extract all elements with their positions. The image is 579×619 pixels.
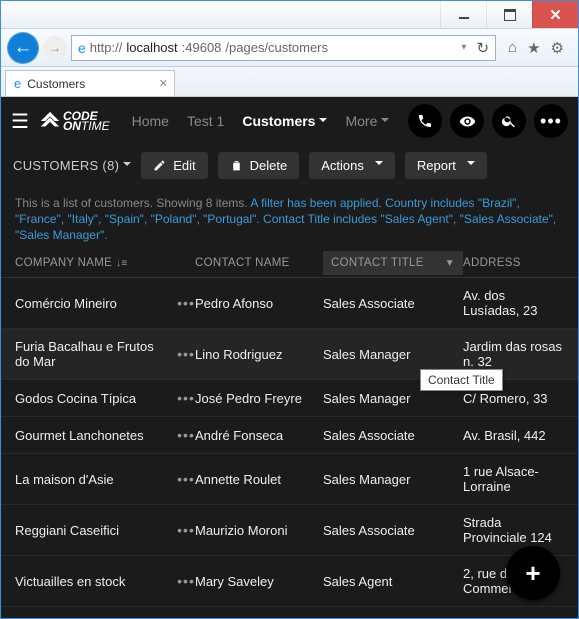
cell-address: 1 rue Alsace-Lorraine bbox=[463, 464, 564, 494]
cell-title: Sales Manager bbox=[323, 391, 463, 406]
tab-close-icon[interactable]: ✕ bbox=[159, 77, 168, 90]
cell-address: Rua do Mercado, 12 bbox=[463, 617, 564, 618]
settings-icon[interactable]: ⚙ bbox=[551, 39, 564, 57]
url-host: localhost bbox=[126, 40, 177, 55]
row-menu-icon[interactable]: ••• bbox=[177, 522, 195, 538]
delete-button[interactable]: Delete bbox=[218, 152, 300, 179]
browser-tabs: e Customers ✕ bbox=[1, 67, 578, 97]
cell-title: Sales Manager bbox=[323, 347, 463, 362]
cell-title: Sales Associate bbox=[323, 428, 463, 443]
logo-text: CODEONTIME bbox=[63, 111, 110, 131]
table-row[interactable]: Reggiani Caseifici •••Maurizio MoroniSale… bbox=[1, 505, 578, 556]
nav-more[interactable]: More bbox=[345, 113, 389, 129]
row-menu-icon[interactable]: ••• bbox=[177, 427, 195, 443]
filter-icon: ▼ bbox=[445, 258, 455, 269]
report-button[interactable]: Report bbox=[405, 152, 487, 179]
cell-company: Gourmet Lanchonetes bbox=[15, 428, 171, 443]
cell-company: Comércio Mineiro bbox=[15, 296, 171, 311]
cell-contact: André Fonseca bbox=[195, 428, 323, 443]
cell-address: Av. dos Lusíadas, 23 bbox=[463, 288, 564, 318]
cell-contact: Lino Rodriguez bbox=[195, 347, 323, 362]
cell-title: Sales Associate bbox=[323, 523, 463, 538]
table-row[interactable]: Comércio Mineiro •••Pedro AfonsoSales Ass… bbox=[1, 278, 578, 329]
sort-icon: ↓≡ bbox=[116, 258, 127, 269]
home-icon[interactable]: ⌂ bbox=[508, 39, 517, 56]
actions-button[interactable]: Actions bbox=[309, 152, 395, 179]
filter-info: This is a list of customers. Showing 8 i… bbox=[1, 185, 578, 249]
url-prefix: http:// bbox=[90, 40, 123, 55]
hamburger-icon[interactable]: ☰ bbox=[11, 109, 29, 134]
app-bar: ☰ CODEONTIME Home Test 1 Customers More … bbox=[1, 97, 578, 145]
cell-address: Jardim das rosas n. 32 bbox=[463, 339, 564, 369]
forward-button[interactable]: → bbox=[43, 36, 67, 60]
search-icon[interactable] bbox=[492, 104, 526, 138]
cell-address: Strada Provinciale 124 bbox=[463, 515, 564, 545]
cell-title: Sales Manager bbox=[323, 472, 463, 487]
header-contact-name[interactable]: CONTACT NAME bbox=[195, 257, 323, 269]
address-bar[interactable]: e http://localhost :49608/pages/customers… bbox=[71, 35, 496, 61]
toolbar: CUSTOMERS (8) Edit Delete Actions Report bbox=[1, 145, 578, 185]
window-minimize-button[interactable] bbox=[440, 1, 486, 28]
window-close-button[interactable]: ✕ bbox=[532, 1, 578, 28]
cell-title: Sales Associate bbox=[323, 296, 463, 311]
nav-test1[interactable]: Test 1 bbox=[187, 113, 224, 129]
row-menu-icon[interactable]: ••• bbox=[177, 346, 195, 362]
ie-favicon-icon: e bbox=[14, 76, 21, 91]
more-icon[interactable]: ••• bbox=[534, 104, 568, 138]
info-text: This is a list of customers. Showing 8 i… bbox=[15, 196, 250, 210]
table-row[interactable]: Wellington Importadora•••Paula ParenteSa… bbox=[1, 607, 578, 618]
header-address[interactable]: ADDRESS bbox=[463, 257, 564, 269]
logo: CODEONTIME bbox=[39, 110, 110, 132]
cell-contact: Mary Saveley bbox=[195, 574, 323, 589]
cell-company: Godos Cocina Típica bbox=[15, 391, 171, 406]
row-menu-icon[interactable]: ••• bbox=[177, 573, 195, 589]
cell-company: Victuailles en stock bbox=[15, 574, 171, 589]
nav-customers[interactable]: Customers bbox=[242, 113, 327, 129]
header-contact-title[interactable]: CONTACT TITLE▼ bbox=[323, 251, 463, 275]
dropdown-icon[interactable]: ▾ bbox=[461, 42, 466, 53]
edit-button[interactable]: Edit bbox=[141, 152, 207, 179]
cell-company: Furia Bacalhau e Frutos do Mar bbox=[15, 339, 171, 369]
cell-contact: Annette Roulet bbox=[195, 472, 323, 487]
url-port: :49608 bbox=[182, 40, 222, 55]
cell-contact: José Pedro Freyre bbox=[195, 391, 323, 406]
cell-company: Reggiani Caseifici bbox=[15, 523, 171, 538]
table-row[interactable]: Gourmet Lanchonetes •••André FonsecaSales… bbox=[1, 417, 578, 454]
row-menu-icon[interactable]: ••• bbox=[177, 295, 195, 311]
nav-home[interactable]: Home bbox=[132, 113, 169, 129]
cell-contact: Pedro Afonso bbox=[195, 296, 323, 311]
table-row[interactable]: La maison d'Asie •••Annette RouletSales M… bbox=[1, 454, 578, 505]
logo-icon bbox=[39, 110, 61, 132]
add-button[interactable]: + bbox=[506, 546, 560, 600]
app-content: ☰ CODEONTIME Home Test 1 Customers More … bbox=[1, 97, 578, 618]
cell-company: La maison d'Asie bbox=[15, 472, 171, 487]
browser-tab[interactable]: e Customers ✕ bbox=[5, 70, 175, 96]
data-grid: COMPANY NAME↓≡ CONTACT NAME CONTACT TITL… bbox=[1, 249, 578, 618]
eye-icon[interactable] bbox=[450, 104, 484, 138]
row-menu-icon[interactable]: ••• bbox=[177, 471, 195, 487]
window-titlebar: ✕ bbox=[1, 1, 578, 29]
cell-address: Av. Brasil, 442 bbox=[463, 428, 564, 443]
cell-address: C/ Romero, 33 bbox=[463, 391, 564, 406]
cell-title: Sales Agent bbox=[323, 574, 463, 589]
tooltip: Contact Title bbox=[420, 369, 503, 391]
row-menu-icon[interactable]: ••• bbox=[177, 390, 195, 406]
record-count[interactable]: CUSTOMERS (8) bbox=[13, 158, 131, 173]
window-maximize-button[interactable] bbox=[486, 1, 532, 28]
browser-navbar: ← → e http://localhost :49608/pages/custo… bbox=[1, 29, 578, 67]
favorites-icon[interactable]: ★ bbox=[527, 39, 540, 57]
back-button[interactable]: ← bbox=[7, 32, 39, 64]
tab-title: Customers bbox=[27, 77, 85, 91]
refresh-icon[interactable]: ↻ bbox=[476, 39, 489, 57]
ie-icon: e bbox=[78, 40, 86, 56]
phone-icon[interactable] bbox=[408, 104, 442, 138]
cell-contact: Maurizio Moroni bbox=[195, 523, 323, 538]
url-path: /pages/customers bbox=[225, 40, 328, 55]
table-row[interactable]: Victuailles en stock •••Mary SaveleySales… bbox=[1, 556, 578, 607]
header-company[interactable]: COMPANY NAME↓≡ bbox=[15, 257, 195, 269]
